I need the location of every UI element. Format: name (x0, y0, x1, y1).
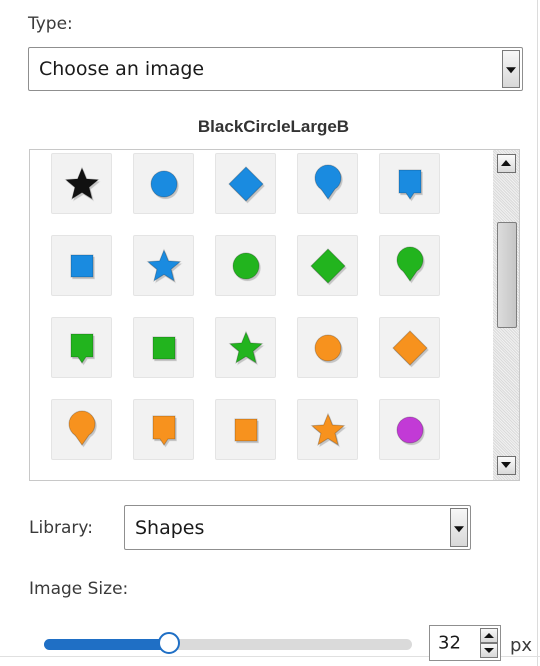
library-select-value: Shapes (135, 516, 205, 539)
selected-image-name: BlackCircleLargeB (197, 117, 350, 136)
gallery-tile[interactable] (215, 317, 276, 378)
gallery-tile[interactable] (379, 153, 440, 214)
library-label: Library: (29, 518, 93, 538)
chevron-down-icon[interactable] (502, 50, 520, 88)
image-size-slider[interactable] (44, 628, 412, 662)
image-size-spinner[interactable]: 32 (429, 625, 501, 661)
gallery-tile[interactable] (215, 153, 276, 214)
arrow-down-icon[interactable] (497, 456, 516, 475)
scrollbar-thumb[interactable] (497, 222, 517, 328)
gallery-tile[interactable] (379, 317, 440, 378)
gallery-tile[interactable] (297, 235, 358, 296)
gallery-tile[interactable] (51, 153, 112, 214)
gallery-tile[interactable] (133, 153, 194, 214)
type-select-value: Choose an image (39, 58, 205, 80)
gallery-tile[interactable] (297, 153, 358, 214)
gallery-tile[interactable] (297, 399, 358, 460)
library-select[interactable]: Shapes (124, 505, 471, 550)
slider-thumb[interactable] (158, 632, 180, 654)
spinner-up-icon[interactable] (480, 628, 498, 643)
panel-right-border (537, 0, 538, 666)
gallery-tile[interactable] (51, 399, 112, 460)
gallery-tile[interactable] (215, 399, 276, 460)
image-gallery (29, 149, 520, 481)
gallery-tile[interactable] (379, 399, 440, 460)
type-select[interactable]: Choose an image (28, 47, 523, 91)
gallery-tile[interactable] (297, 317, 358, 378)
gallery-tile[interactable] (51, 317, 112, 378)
gallery-tile[interactable] (133, 317, 194, 378)
gallery-tile[interactable] (133, 399, 194, 460)
gallery-tile[interactable] (215, 235, 276, 296)
arrow-up-icon[interactable] (497, 154, 516, 173)
image-size-label: Image Size: (29, 579, 129, 599)
chevron-down-icon[interactable] (450, 508, 468, 547)
type-label: Type: (28, 14, 73, 34)
gallery-tile[interactable] (379, 235, 440, 296)
gallery-scrollbar[interactable] (493, 150, 519, 480)
slider-fill (44, 639, 169, 650)
image-size-unit: px (510, 635, 533, 656)
image-size-value[interactable]: 32 (438, 633, 461, 654)
gallery-tile[interactable] (133, 235, 194, 296)
spinner-down-icon[interactable] (480, 643, 498, 658)
gallery-tile[interactable] (51, 235, 112, 296)
